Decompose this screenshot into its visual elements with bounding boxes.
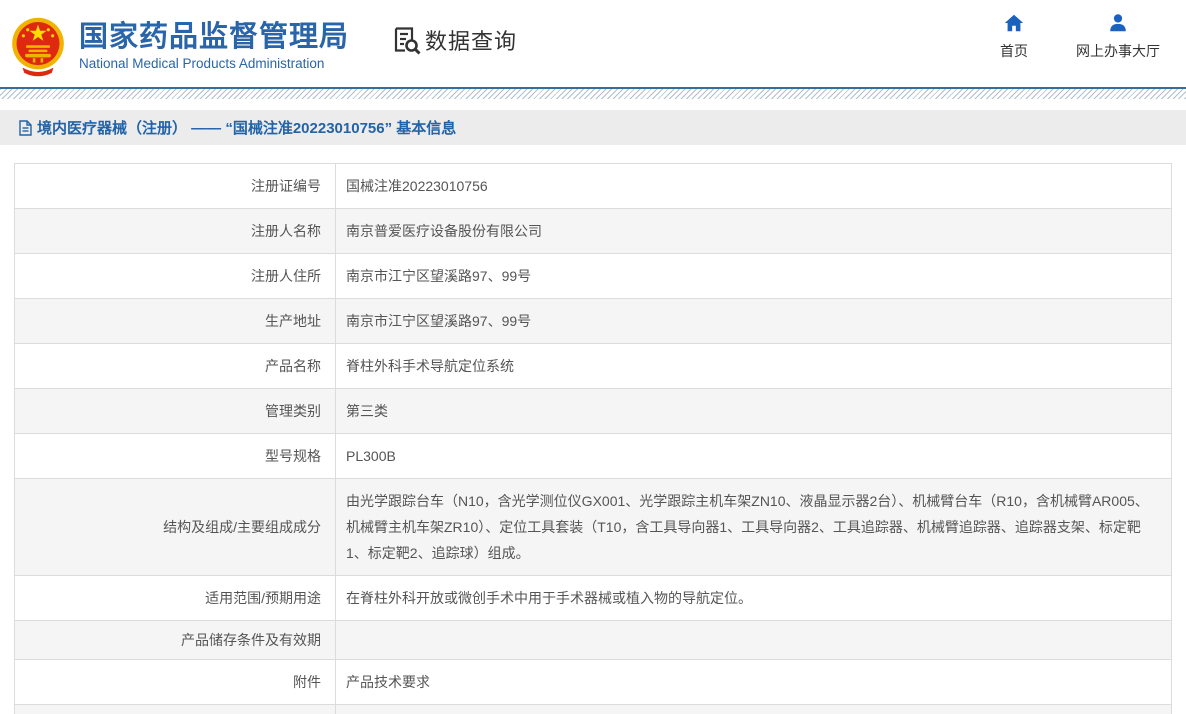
header-hatch-band [0, 89, 1186, 99]
table-row: 生产地址南京市江宁区望溪路97、99号 [15, 299, 1172, 344]
user-icon [1107, 12, 1129, 34]
page-title: 境内医疗器械（注册） —— “国械注准20223010756” 基本信息 [37, 117, 456, 138]
table-row: 管理类别第三类 [15, 389, 1172, 434]
row-label: 产品名称 [15, 344, 336, 389]
nav-home-label: 首页 [1000, 41, 1028, 61]
nav-service-hall[interactable]: 网上办事大厅 [1076, 12, 1160, 61]
brand-block: 国家药品监督管理局 National Medical Products Admi… [79, 16, 349, 71]
data-query-label: 数据查询 [425, 24, 517, 56]
table-row: 附件产品技术要求 [15, 660, 1172, 705]
row-value: 国械注准20223010756 [336, 164, 1172, 209]
row-label: 管理类别 [15, 389, 336, 434]
site-title: 国家药品监督管理局 [79, 20, 349, 54]
row-value: 第三类 [336, 389, 1172, 434]
table-row: 注册人名称南京普爱医疗设备股份有限公司 [15, 209, 1172, 254]
row-label: 其他内容 [15, 705, 336, 714]
header-nav: 首页 网上办事大厅 [1000, 12, 1160, 61]
row-label: 适用范围/预期用途 [15, 576, 336, 621]
data-query-icon [391, 25, 421, 55]
document-icon [19, 120, 32, 136]
row-label: 注册人住所 [15, 254, 336, 299]
row-label: 注册人名称 [15, 209, 336, 254]
table-row: 产品储存条件及有效期 [15, 621, 1172, 660]
row-value [336, 621, 1172, 660]
registration-info-table: 注册证编号国械注准20223010756注册人名称南京普爱医疗设备股份有限公司注… [14, 163, 1172, 714]
home-icon [1003, 12, 1025, 34]
page-title-bar: 境内医疗器械（注册） —— “国械注准20223010756” 基本信息 [0, 110, 1186, 145]
table-row: 产品名称脊柱外科手术导航定位系统 [15, 344, 1172, 389]
nav-home[interactable]: 首页 [1000, 12, 1028, 61]
registration-info-table-wrap: 注册证编号国械注准20223010756注册人名称南京普爱医疗设备股份有限公司注… [14, 163, 1172, 714]
row-value: 产品技术要求 [336, 660, 1172, 705]
table-row: 型号规格PL300B [15, 434, 1172, 479]
table-row: 适用范围/预期用途在脊柱外科开放或微创手术中用于手术器械或植入物的导航定位。 [15, 576, 1172, 621]
table-row: 注册人住所南京市江宁区望溪路97、99号 [15, 254, 1172, 299]
row-label: 附件 [15, 660, 336, 705]
site-subtitle: National Medical Products Administration [79, 56, 349, 71]
table-row: 结构及组成/主要组成成分由光学跟踪台车（N10，含光学测位仪GX001、光学跟踪… [15, 479, 1172, 576]
row-value: 脊柱外科手术导航定位系统 [336, 344, 1172, 389]
row-label: 注册证编号 [15, 164, 336, 209]
row-label: 生产地址 [15, 299, 336, 344]
nav-service-hall-label: 网上办事大厅 [1076, 41, 1160, 61]
row-value: 南京普爱医疗设备股份有限公司 [336, 209, 1172, 254]
data-query-link[interactable]: 数据查询 [391, 24, 517, 56]
national-emblem-logo [10, 16, 66, 78]
row-value: PL300B [336, 434, 1172, 479]
row-value: 南京市江宁区望溪路97、99号 [336, 299, 1172, 344]
row-label: 产品储存条件及有效期 [15, 621, 336, 660]
row-value: 在脊柱外科开放或微创手术中用于手术器械或植入物的导航定位。 [336, 576, 1172, 621]
table-row: 其他内容/ [15, 705, 1172, 714]
row-value: / [336, 705, 1172, 714]
table-row: 注册证编号国械注准20223010756 [15, 164, 1172, 209]
row-value: 南京市江宁区望溪路97、99号 [336, 254, 1172, 299]
row-value: 由光学跟踪台车（N10，含光学测位仪GX001、光学跟踪主机车架ZN10、液晶显… [336, 479, 1172, 576]
row-label: 型号规格 [15, 434, 336, 479]
row-label: 结构及组成/主要组成成分 [15, 479, 336, 576]
site-header: 国家药品监督管理局 National Medical Products Admi… [0, 0, 1186, 87]
